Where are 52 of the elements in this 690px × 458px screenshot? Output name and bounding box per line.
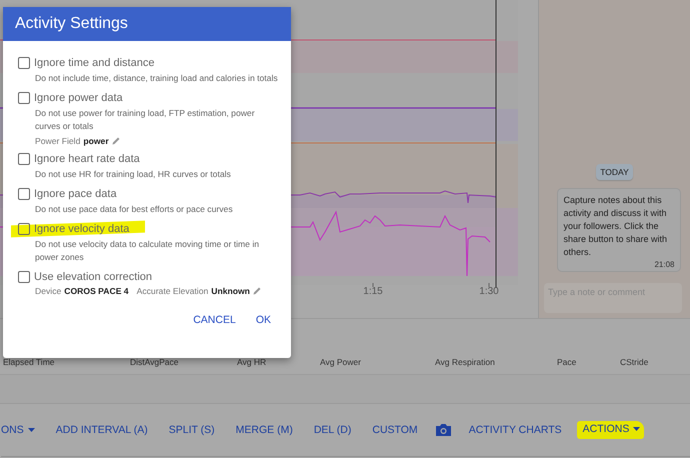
checkbox[interactable] bbox=[18, 223, 30, 235]
column-header: DistAvgPace bbox=[130, 357, 180, 369]
toolbar-button[interactable]: DEL (D) bbox=[314, 422, 352, 438]
option-description: Do not use HR for training load, HR curves or totals bbox=[35, 168, 232, 181]
option-label: Use elevation correction bbox=[34, 271, 152, 283]
checkbox[interactable] bbox=[18, 153, 30, 165]
field-value: COROS PACE 4 bbox=[64, 286, 129, 296]
tick-mark bbox=[488, 282, 490, 288]
option-description: Do not use power for training load, FTP estimation, power curves or totals bbox=[35, 107, 256, 133]
field-label: Device bbox=[35, 286, 62, 296]
column-header: Avg HR bbox=[237, 357, 268, 369]
option-description: Do not use pace data for best efforts or pace curves bbox=[35, 203, 234, 216]
caret-icon bbox=[28, 428, 35, 432]
dropdown-button[interactable]: ONS bbox=[1, 422, 35, 438]
tick-mark bbox=[372, 282, 374, 288]
camera-icon[interactable] bbox=[434, 423, 452, 437]
toolbar-button[interactable]: CUSTOM bbox=[372, 422, 418, 438]
message-text: Capture notes about this activity and discuss it with your followers. Click the share button to share with others. bbox=[564, 194, 668, 259]
column-header: Avg Power bbox=[320, 357, 362, 369]
column-header: CStride bbox=[620, 357, 650, 369]
field-value: Unknown bbox=[211, 286, 250, 296]
message-time: 21:08 bbox=[654, 260, 674, 269]
option-label: Ignore power data bbox=[34, 92, 123, 104]
dropdown-button[interactable]: ACTIONS bbox=[576, 421, 644, 439]
checkbox[interactable] bbox=[18, 271, 30, 283]
checkbox[interactable] bbox=[18, 92, 30, 104]
axis-tick-label: 1:30 bbox=[479, 286, 499, 297]
field-label: Power Field bbox=[35, 136, 80, 146]
option-description: Do not include time, distance, training load and calories in totals bbox=[35, 72, 279, 85]
axis-tick-label: 1:15 bbox=[363, 286, 383, 297]
checkbox[interactable] bbox=[18, 57, 30, 69]
option-label: Ignore velocity data bbox=[34, 223, 130, 235]
date-badge: TODAY bbox=[596, 164, 633, 180]
column-header: Avg Respiration bbox=[435, 357, 496, 369]
pencil-icon[interactable] bbox=[252, 287, 261, 295]
column-header: Pace bbox=[557, 357, 578, 369]
option-label: Ignore heart rate data bbox=[34, 153, 140, 165]
dialog-title: Activity Settings bbox=[15, 15, 128, 33]
option-label: Ignore pace data bbox=[34, 188, 117, 200]
column-header: Elapsed Time bbox=[3, 357, 56, 369]
toolbar-button[interactable]: ACTIVITY CHARTS bbox=[468, 422, 562, 438]
toolbar-button[interactable]: ADD INTERVAL (A) bbox=[56, 422, 148, 438]
text-button[interactable]: CANCEL bbox=[187, 310, 242, 330]
checkbox[interactable] bbox=[18, 188, 30, 200]
option-label: Ignore time and distance bbox=[34, 57, 154, 69]
toolbar-button[interactable]: MERGE (M) bbox=[236, 422, 293, 438]
field-label: Accurate Elevation bbox=[136, 286, 208, 296]
text-button[interactable]: OK bbox=[250, 310, 277, 330]
option-description: Do not use velocity data to calculate moving time or time in power zones bbox=[35, 238, 260, 264]
caret-icon bbox=[633, 427, 640, 431]
field-value: power bbox=[83, 136, 109, 146]
toolbar-button[interactable]: SPLIT (S) bbox=[168, 422, 215, 438]
